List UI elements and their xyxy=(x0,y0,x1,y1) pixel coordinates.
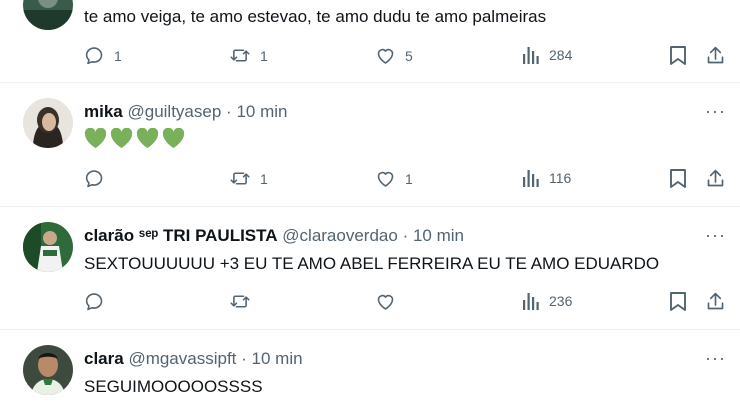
share-button[interactable] xyxy=(705,45,726,71)
retweet-count: 1 xyxy=(260,170,268,187)
heart-icon xyxy=(377,294,394,310)
tweet-2[interactable]: clarão ˢᵉᵖ TRI PAULISTA @claraoverdao · … xyxy=(0,207,740,330)
bookmark-icon xyxy=(670,46,686,65)
display-name[interactable]: clarão ˢᵉᵖ TRI PAULISTA xyxy=(84,226,278,245)
avatar[interactable] xyxy=(23,98,73,148)
tweet-1[interactable]: mika @guiltyasep · 10 min ··· 1 1 116 xyxy=(0,83,740,207)
retweet-button[interactable] xyxy=(229,291,260,312)
green-heart-emoji xyxy=(110,128,133,149)
green-heart-emoji xyxy=(84,128,107,149)
tweet-actions: 1 1 116 xyxy=(0,168,740,192)
reply-button[interactable] xyxy=(84,168,114,189)
like-button[interactable]: 5 xyxy=(375,45,413,66)
like-button[interactable] xyxy=(375,291,405,312)
reply-icon xyxy=(85,293,103,311)
tweet-actions: 1 1 5 284 xyxy=(0,45,740,69)
reply-icon xyxy=(85,170,103,188)
views-button[interactable]: 116 xyxy=(522,168,571,188)
avatar[interactable] xyxy=(23,0,73,30)
share-icon xyxy=(707,169,724,187)
heart-icon xyxy=(377,48,394,64)
bookmark-button[interactable] xyxy=(669,45,687,71)
tweet-3[interactable]: clara @mgavassipft · 10 min ··· SEGUIMOO… xyxy=(0,330,740,416)
separator-dot: · xyxy=(226,102,232,121)
like-count: 1 xyxy=(405,170,413,187)
separator-dot: · xyxy=(241,349,247,368)
views-count: 236 xyxy=(549,293,573,309)
views-icon xyxy=(523,293,539,310)
tweet-header: clarão ˢᵉᵖ TRI PAULISTA @claraoverdao · … xyxy=(84,226,464,246)
share-icon xyxy=(707,292,724,310)
reply-count: 1 xyxy=(114,47,122,64)
tweet-text: SEXTOUUUUUU +3 EU TE AMO ABEL FERREIRA E… xyxy=(84,254,660,273)
like-button[interactable]: 1 xyxy=(375,168,413,189)
tweet-0[interactable]: te amo veiga, te amo estevao, te amo dud… xyxy=(0,0,740,83)
share-button[interactable] xyxy=(705,291,726,317)
tweet-text: te amo veiga, te amo estevao, te amo dud… xyxy=(84,7,547,26)
separator-dot: · xyxy=(402,226,409,245)
views-icon xyxy=(523,170,539,187)
reply-icon xyxy=(85,47,103,65)
green-heart-emoji xyxy=(162,128,185,149)
display-name[interactable]: clara xyxy=(84,349,124,368)
retweet-icon xyxy=(230,172,250,185)
heart-icon xyxy=(377,171,394,187)
share-icon xyxy=(707,46,724,64)
avatar[interactable] xyxy=(23,222,73,272)
reply-button[interactable]: 1 xyxy=(84,45,122,66)
retweet-count: 1 xyxy=(260,47,268,64)
views-count: 116 xyxy=(549,170,572,186)
more-options-button[interactable]: ··· xyxy=(705,101,726,122)
share-button[interactable] xyxy=(705,168,726,194)
user-handle[interactable]: @claraoverdao xyxy=(282,226,398,245)
bookmark-button[interactable] xyxy=(669,291,687,317)
avatar[interactable] xyxy=(23,345,73,395)
more-options-button[interactable]: ··· xyxy=(705,225,726,246)
retweet-button[interactable]: 1 xyxy=(229,45,268,66)
bookmark-icon xyxy=(670,292,686,311)
views-icon xyxy=(523,47,539,64)
user-handle[interactable]: @mgavassipft xyxy=(128,349,236,368)
green-heart-emoji xyxy=(136,128,159,149)
views-button[interactable]: 284 xyxy=(522,45,572,65)
retweet-icon xyxy=(230,49,250,62)
tweet-text-emojis xyxy=(84,128,185,149)
views-count: 284 xyxy=(549,47,573,63)
user-handle[interactable]: @guiltyasep xyxy=(127,102,221,121)
bookmark-button[interactable] xyxy=(669,168,687,194)
retweet-icon xyxy=(230,295,250,308)
display-name[interactable]: mika xyxy=(84,102,123,121)
bookmark-icon xyxy=(670,169,686,188)
tweet-text: SEGUIMOOOOOSSSS xyxy=(84,377,263,396)
retweet-button[interactable]: 1 xyxy=(229,168,268,189)
timestamp[interactable]: 10 min xyxy=(236,102,287,121)
views-button[interactable]: 236 xyxy=(522,291,572,311)
tweet-header: mika @guiltyasep · 10 min xyxy=(84,102,287,122)
tweet-header: clara @mgavassipft · 10 min xyxy=(84,349,303,369)
timestamp[interactable]: 10 min xyxy=(413,226,464,245)
timeline-feed: te amo veiga, te amo estevao, te amo dud… xyxy=(0,0,740,416)
timestamp[interactable]: 10 min xyxy=(252,349,303,368)
tweet-actions: 236 xyxy=(0,291,740,315)
more-options-button[interactable]: ··· xyxy=(705,348,726,369)
reply-button[interactable] xyxy=(84,291,114,312)
like-count: 5 xyxy=(405,47,413,64)
